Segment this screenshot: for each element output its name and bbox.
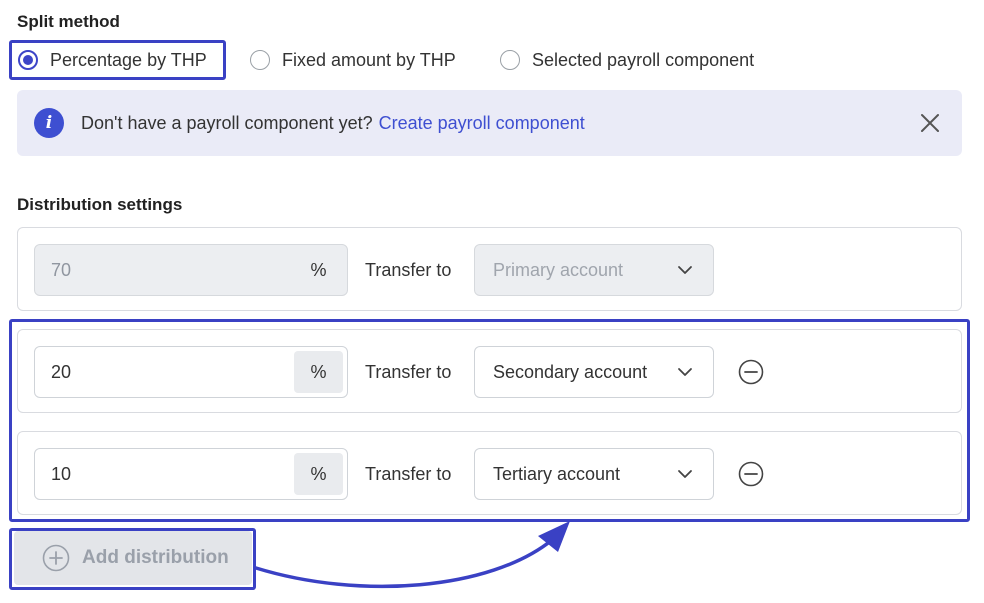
radio-fixed-amount-by-thp[interactable]: Fixed amount by THP <box>250 40 456 80</box>
close-icon[interactable] <box>918 111 942 135</box>
radio-unchecked-icon <box>500 50 520 70</box>
percent-addon: % <box>310 259 327 280</box>
distribution-row: 70 % Transfer to Primary account <box>17 227 962 311</box>
split-method-title: Split method <box>17 12 120 31</box>
radio-label: Selected payroll component <box>532 49 755 70</box>
chevron-down-icon <box>678 266 692 274</box>
info-icon: i <box>34 108 64 138</box>
radio-unchecked-icon <box>250 50 270 70</box>
distribution-settings-title: Distribution settings <box>17 195 183 214</box>
account-select: Primary account <box>474 244 714 296</box>
percentage-value: 70 <box>51 260 72 280</box>
highlight-box-rows <box>9 319 970 522</box>
radio-selected-payroll-component[interactable]: Selected payroll component <box>500 40 754 80</box>
info-text: Don't have a payroll component yet? <box>81 112 373 133</box>
transfer-to-label: Transfer to <box>365 260 452 280</box>
create-payroll-component-link[interactable]: Create payroll component <box>379 113 585 134</box>
account-select-value: Primary account <box>493 260 624 280</box>
radio-label: Fixed amount by THP <box>282 49 456 70</box>
percentage-input: 70 % <box>34 244 348 296</box>
info-banner: i Don't have a payroll component yet? Cr… <box>17 90 962 156</box>
highlight-box-radio <box>9 40 226 80</box>
highlight-box-add <box>9 528 256 590</box>
